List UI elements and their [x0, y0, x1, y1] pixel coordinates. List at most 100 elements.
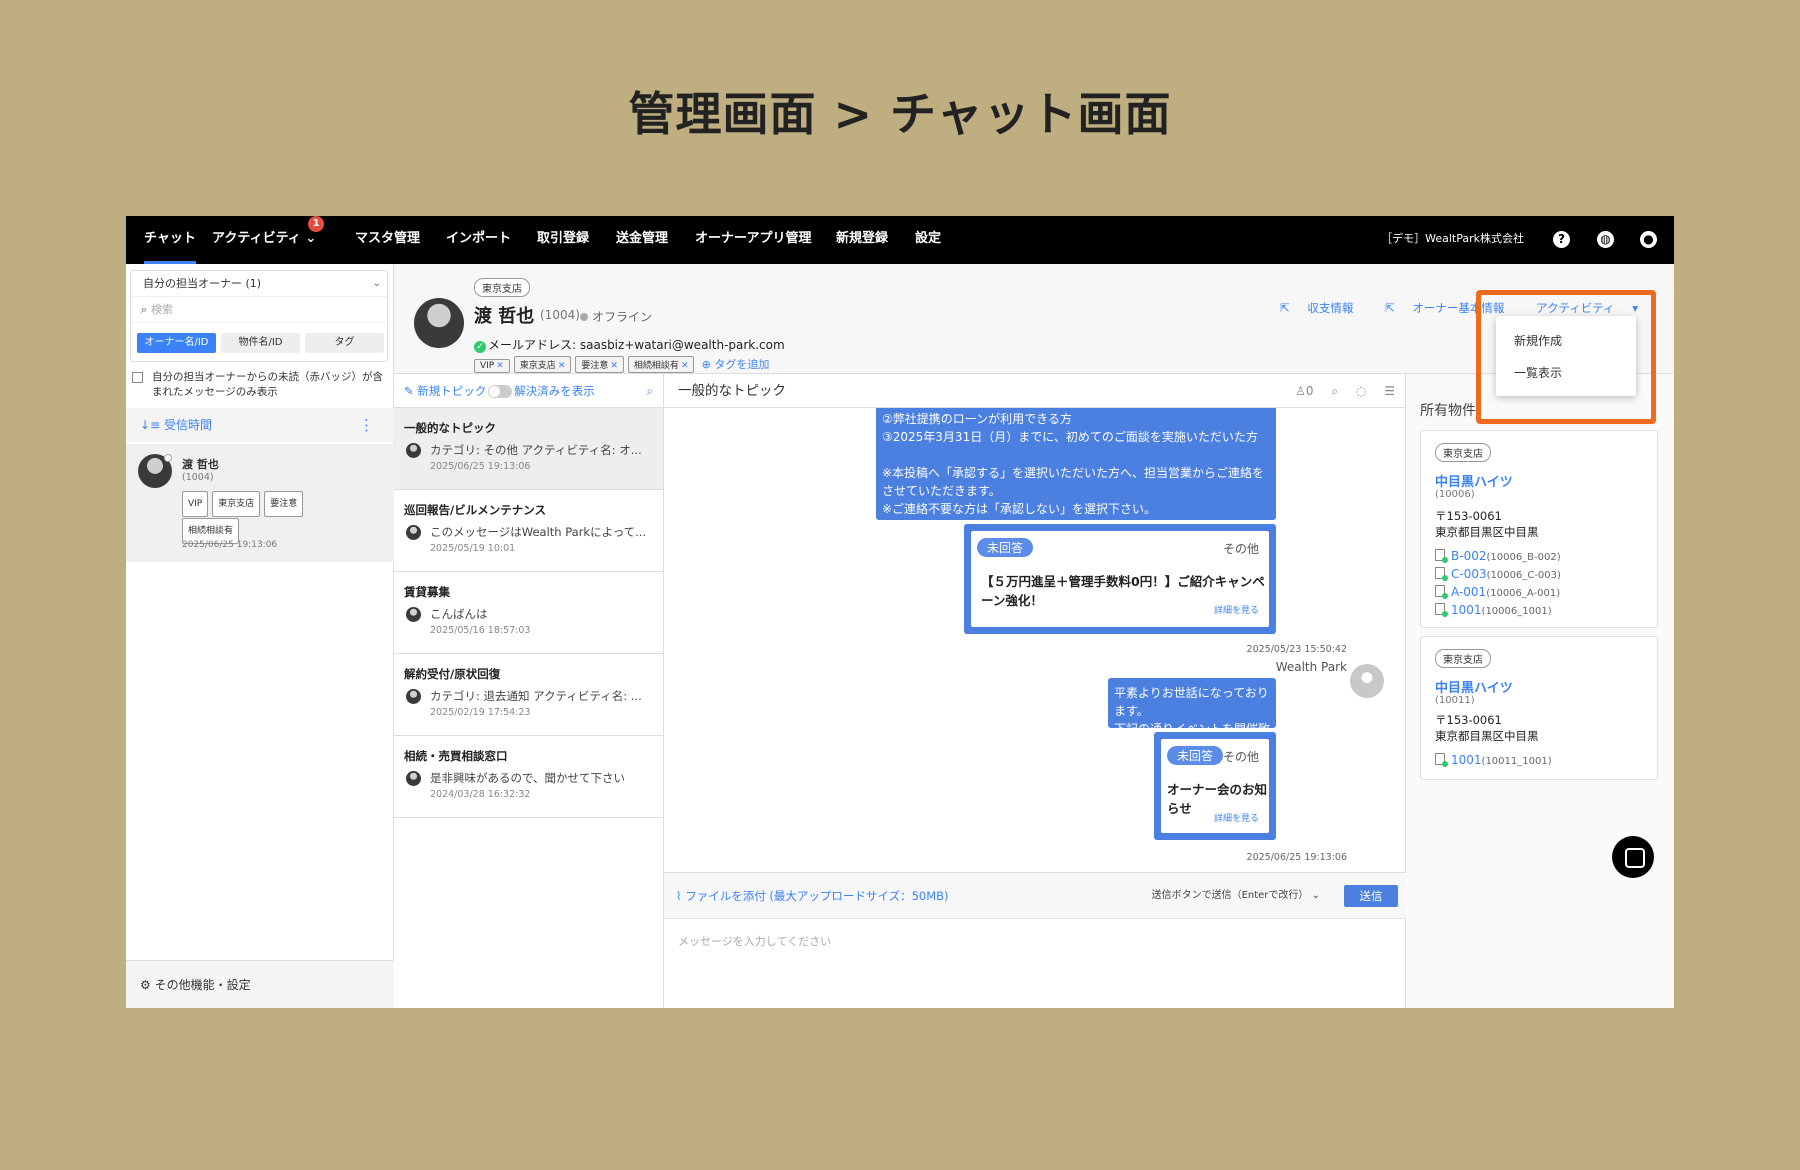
segment-tag[interactable]: タグ	[305, 333, 384, 353]
remove-tag-icon[interactable]: ✕	[558, 361, 566, 371]
topic-item[interactable]: 解約受付/原状回復 カテゴリ: 退去通知 アクティビティ名: ... 2025/…	[394, 654, 663, 736]
send-button[interactable]: 送信	[1344, 885, 1398, 907]
owner-id: (1004)	[540, 308, 580, 322]
unit-code: (10011_1001)	[1481, 756, 1552, 767]
attach-file-button[interactable]: ⌇ ファイルを添付 (最大アップロードサイズ：50MB)	[676, 889, 949, 903]
send-mode-select[interactable]: 送信ボタンで送信（Enterで改行） ⌄	[1152, 873, 1320, 919]
nav-transaction[interactable]: 取引登録	[537, 216, 589, 264]
status-dot	[164, 454, 172, 462]
offline-dot-icon	[580, 313, 588, 321]
chat-title: 一般的なトピック	[678, 383, 786, 399]
globe-icon[interactable]: ◍	[1597, 231, 1614, 248]
nav-new-register[interactable]: 新規登録	[836, 216, 888, 264]
unit-link[interactable]: 1001(10011_1001)	[1435, 753, 1552, 767]
unit-icon	[1435, 603, 1448, 617]
topic-time: 2025/06/25 19:13:06	[430, 461, 531, 472]
more-settings-button[interactable]: ⚙ その他機能・設定	[126, 960, 394, 1008]
contact-list-item[interactable]: 渡 哲也 (1004) VIP 東京支店 要注意相続相談有 2025/06/25 1…	[126, 444, 394, 562]
help-icon[interactable]: ?	[1553, 231, 1570, 248]
participants-icon[interactable]: ♙0	[1295, 384, 1313, 398]
property-id: (10011)	[1435, 695, 1475, 706]
edit-icon: ✎	[404, 384, 418, 398]
tag: 要注意	[264, 491, 304, 517]
income-link[interactable]: ⇱ 収支情報	[1266, 301, 1353, 315]
search-input[interactable]: ⌕ 検索	[131, 297, 387, 323]
nav-activity[interactable]: アクティビティ ⌄ 1	[212, 216, 325, 264]
highlight-box	[1476, 290, 1656, 424]
resolved-label: 解決済みを表示	[514, 384, 595, 398]
unit-icon	[1435, 753, 1448, 767]
topic-title: 解約受付/原状回復	[404, 667, 501, 681]
nav-owner-app[interactable]: オーナーアプリ管理	[695, 216, 811, 264]
remove-tag-icon[interactable]: ✕	[610, 361, 618, 371]
nav-import[interactable]: インポート	[446, 216, 511, 264]
owner-status-label: オフライン	[592, 310, 653, 324]
resolved-toggle[interactable]	[488, 385, 513, 398]
account-icon[interactable]: ●	[1640, 231, 1657, 248]
property-name[interactable]: 中目黒ハイツ	[1435, 677, 1513, 696]
tag-label: 要注意	[581, 361, 609, 371]
topic-item[interactable]: 巡回報告/ビルメンテナンス このメッセージはWealth Parkによって...…	[394, 490, 663, 572]
detail-link[interactable]: 詳細を見る	[1214, 811, 1259, 824]
add-tag-button[interactable]: ⊕ タグを追加	[702, 358, 770, 371]
owner-select[interactable]: 自分の担当オーナー (1) ⌄	[131, 271, 387, 297]
status-badge: 未回答	[977, 538, 1034, 557]
unit-icon	[1435, 549, 1448, 563]
topic-item[interactable]: 賃貸募集 こんばんは 2025/05/16 18:57:03	[394, 572, 663, 654]
topic-item[interactable]: 相続・売買相談窓口 是非興味があるので、聞かせて下さい 2024/03/28 1…	[394, 736, 663, 818]
nav-settings[interactable]: 設定	[915, 216, 941, 264]
unit-link[interactable]: C-003(10006_C-003)	[1435, 567, 1561, 581]
search-icon[interactable]: ⌕	[647, 374, 653, 408]
external-link-icon: ⇱	[1385, 301, 1399, 315]
topic-toolbar: ✎ 新規トピック 解決済みを表示 ⌕	[394, 374, 663, 408]
remove-tag-icon[interactable]: ✕	[496, 361, 504, 371]
activity-card[interactable]: 未回答 その他 【５万円進呈＋管理手数料0円！】ご紹介キャンペーン強化！ 詳細を…	[964, 524, 1276, 634]
gear-icon: ⚙	[140, 978, 155, 992]
owner-name: 渡 哲也	[474, 306, 535, 327]
chat-header: 一般的なトピック ♙0 ⌕ ◌ ☰	[664, 374, 1405, 408]
avatar	[406, 689, 421, 704]
detail-link[interactable]: 詳細を見る	[1214, 603, 1259, 616]
nav-chat[interactable]: チャット	[144, 216, 196, 264]
send-mode-label: 送信ボタンで送信（Enterで改行）	[1151, 890, 1309, 901]
more-icon[interactable]: ⋮	[359, 408, 374, 442]
topic-time: 2025/05/19 10:01	[430, 543, 516, 554]
chevron-down-icon: ⌄	[305, 231, 317, 246]
unread-filter[interactable]: 自分の担当オーナーからの未読（赤バッジ）が含まれたメッセージのみ表示	[130, 370, 388, 400]
search-placeholder: 検索	[151, 303, 174, 316]
tag: VIP	[182, 491, 209, 517]
segment-owner[interactable]: オーナー名/ID	[137, 333, 216, 353]
unit-link[interactable]: B-002(10006_B-002)	[1435, 549, 1561, 563]
settings-sliders-icon[interactable]: ☰	[1384, 384, 1395, 398]
company-name: ［デモ］WealtPark株式会社	[1381, 232, 1524, 245]
segment-property[interactable]: 物件名/ID	[221, 333, 300, 353]
activity-card[interactable]: 未回答 その他 オーナー会のお知らせ 詳細を見る	[1154, 732, 1276, 840]
unread-checkbox[interactable]	[132, 372, 143, 383]
property-card: 東京支店 中目黒ハイツ (10006) 〒153-0061 東京都目黒区中目黒 …	[1420, 430, 1658, 628]
unit-link[interactable]: A-001(10006_A-001)	[1435, 585, 1560, 599]
property-name[interactable]: 中目黒ハイツ	[1435, 471, 1513, 490]
unit-code: (10006_B-002)	[1486, 552, 1561, 563]
topic-preview-text: カテゴリ: 退去通知 アクティビティ名: ...	[430, 689, 642, 703]
message-input[interactable]: メッセージを入力してください	[664, 919, 1406, 963]
search-segment: オーナー名/ID 物件名/ID タグ	[137, 333, 384, 353]
new-topic-button[interactable]: ✎ 新規トピック	[404, 384, 486, 398]
avatar	[138, 454, 172, 488]
avatar	[406, 607, 421, 622]
topic-preview: 是非興味があるので、聞かせて下さい	[404, 770, 653, 786]
unit-icon	[1435, 567, 1448, 581]
chat-widget-button[interactable]	[1612, 836, 1654, 878]
sort-row[interactable]: ↓≡ 受信時間 ⋮	[126, 408, 394, 442]
branch-badge: 東京支店	[474, 278, 530, 297]
check-icon: ✓	[474, 341, 486, 353]
remove-tag-icon[interactable]: ✕	[681, 361, 689, 371]
unit-link[interactable]: 1001(10006_1001)	[1435, 603, 1552, 617]
nav-remittance[interactable]: 送金管理	[616, 216, 668, 264]
chat-bubble-icon[interactable]: ◌	[1356, 384, 1366, 398]
topic-item[interactable]: 一般的なトピック カテゴリ: その他 アクティビティ名: オ... 2025/0…	[394, 408, 663, 490]
topic-preview: カテゴリ: 退去通知 アクティビティ名: ...	[404, 688, 653, 704]
owner-select-value: 自分の担当オーナー (1)	[143, 277, 262, 290]
search-icon[interactable]: ⌕	[1331, 384, 1338, 398]
nav-master[interactable]: マスタ管理	[355, 216, 420, 264]
tag-chip: 東京支店 ✕	[513, 356, 572, 373]
